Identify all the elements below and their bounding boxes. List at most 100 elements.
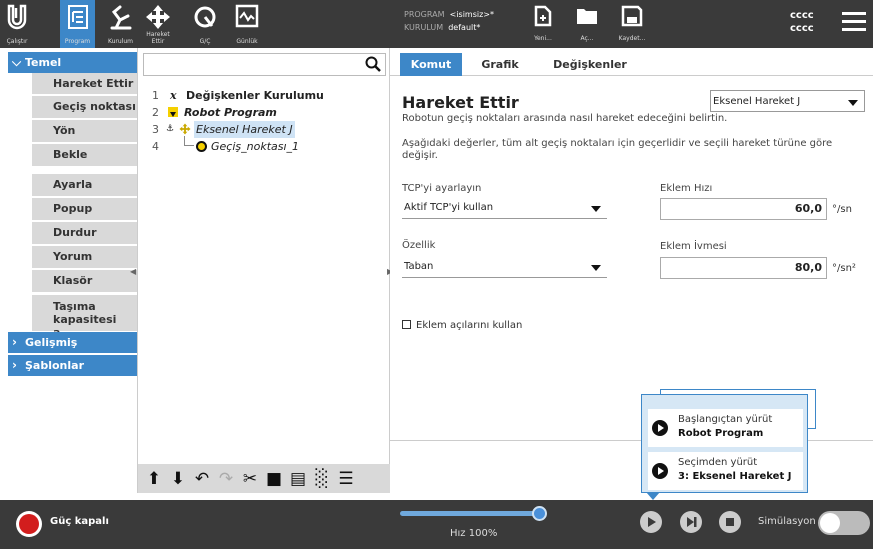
run-from-start-label: Başlangıçtan yürüt <box>678 414 773 425</box>
open-folder-icon <box>577 9 597 24</box>
stop-button[interactable] <box>719 511 741 533</box>
section-sablonlar-label: Şablonlar <box>25 359 84 372</box>
run-from-start-target: Robot Program <box>678 428 764 439</box>
installation-name: default* <box>448 23 481 32</box>
cut-icon[interactable]: ✂ <box>240 469 260 489</box>
play-button[interactable] <box>640 511 662 533</box>
pin-icon: ⚓ <box>166 124 175 134</box>
joint-accel-unit: °/sn² <box>832 263 856 274</box>
move-tab-label: Hareket Ettir <box>146 31 170 45</box>
checkbox-box[interactable] <box>402 320 411 329</box>
play-icon <box>652 420 668 436</box>
tcp-value: Aktif TCP'yi kullan <box>404 202 494 213</box>
move-down-icon[interactable]: ⬇ <box>168 469 188 489</box>
program-tab-label: Program <box>64 38 91 45</box>
section-gelismis-label: Gelişmiş <box>25 336 78 349</box>
speed-slider-handle[interactable] <box>532 506 547 521</box>
sidebar-item-yorum[interactable]: Yorum <box>32 246 137 268</box>
move-type-select[interactable]: Eksenel Hareket J <box>710 90 865 112</box>
tab-degiskenler[interactable]: Değişkenler <box>542 53 638 76</box>
io-tab[interactable]: G/Ç <box>188 0 222 48</box>
sidebar-item-durdur[interactable]: Durdur <box>32 222 137 244</box>
sidebar-item-label: Hareket Ettir <box>53 77 134 90</box>
use-joint-angles-label: Eklem açılarını kullan <box>416 320 523 331</box>
suppress-icon[interactable]: ☰ <box>336 469 356 489</box>
move-tab[interactable]: Hareket Ettir <box>140 0 176 48</box>
chevron-down-icon <box>591 206 601 212</box>
installation-label: KURULUM <box>404 23 444 32</box>
copy-icon[interactable]: ■ <box>264 469 284 489</box>
chevron-down-icon <box>591 265 601 271</box>
io-icon <box>194 6 216 28</box>
tab-komut[interactable]: Komut <box>400 53 462 76</box>
sidebar-item-hareket-ettir[interactable]: Hareket Ettir <box>32 73 137 94</box>
log-tab-label: Günlük <box>236 38 258 45</box>
section-gelismis[interactable]: › Gelişmiş <box>8 332 137 353</box>
program-tab[interactable]: Program <box>60 0 95 48</box>
play-icon <box>652 463 668 479</box>
chevron-right-icon: › <box>12 358 17 372</box>
joint-accel-value: 80,0 <box>794 261 822 274</box>
program-info: PROGRAM <isimsiz>* KURULUM default* <box>404 8 494 34</box>
new-button-label: Yeni... <box>534 35 552 42</box>
sidebar-item-label: Bekle <box>53 148 88 161</box>
waypoint-icon <box>196 141 207 152</box>
robot-program-icon <box>168 107 178 117</box>
sidebar-item-ayarla[interactable]: Ayarla <box>32 174 137 196</box>
search-icon <box>365 56 381 72</box>
tcp-select[interactable]: Aktif TCP'yi kullan <box>402 197 607 219</box>
sidebar-item-tasima-kapasitesi[interactable]: Taşıma kapasitesi a... <box>32 295 137 339</box>
program-tree-icon <box>67 5 88 29</box>
sidebar-item-bekle[interactable]: Bekle <box>32 144 137 166</box>
sidebar-item-yon[interactable]: Yön <box>32 120 137 142</box>
power-button[interactable] <box>16 511 42 537</box>
section-temel[interactable]: ⌵ Temel <box>8 52 137 73</box>
save-button-label: Kaydet... <box>618 35 646 42</box>
description: Aşağıdaki değerler, tüm alt geçiş noktal… <box>402 138 833 161</box>
move-up-icon[interactable]: ⬆ <box>144 469 164 489</box>
sidebar-item-popup[interactable]: Popup <box>32 198 137 220</box>
sidebar-item-klasor[interactable]: Klasör <box>32 270 137 292</box>
run-tab[interactable]: Çalıştır <box>0 0 34 48</box>
run-from-start-button[interactable]: Başlangıçtan yürüt Robot Program <box>648 409 803 447</box>
use-joint-angles-checkbox[interactable]: Eklem açılarını kullan <box>402 320 522 331</box>
save-button[interactable]: Kaydet... <box>612 0 652 48</box>
undo-icon[interactable]: ↶ <box>192 469 212 489</box>
delete-icon[interactable]: ░ <box>312 469 332 489</box>
program-label: PROGRAM <box>404 10 445 19</box>
search-input[interactable] <box>143 53 386 76</box>
new-button[interactable]: Yeni... <box>523 0 563 48</box>
user-line-2: cccc <box>790 23 814 34</box>
joint-speed-field[interactable]: 60,0 <box>660 198 827 220</box>
tab-degiskenler-label: Değişkenler <box>553 58 627 71</box>
simulation-toggle[interactable] <box>818 511 870 535</box>
redo-icon[interactable]: ↷ <box>216 469 236 489</box>
tree-row-label: Değişkenler Kurulumu <box>186 89 324 102</box>
section-sablonlar[interactable]: › Şablonlar <box>8 355 137 376</box>
feature-select[interactable]: Taban <box>402 256 607 278</box>
run-from-selection-button[interactable]: Seçimden yürüt 3: Eksenel Hareket J <box>648 452 803 490</box>
tab-grafik[interactable]: Grafik <box>470 53 530 76</box>
run-from-selection-target: 3: Eksenel Hareket J <box>678 471 792 482</box>
tree-toolbar: ⬆ ⬇ ↶ ↷ ✂ ■ ▤ ░ ☰ <box>138 464 391 493</box>
top-bar: Çalıştır Program Kurulum Hareket Ettir G… <box>0 0 873 48</box>
hamburger-menu-icon[interactable] <box>842 12 866 32</box>
stop-icon <box>726 518 734 526</box>
sidebar-item-gecis-noktasi[interactable]: Geçiş noktası <box>32 96 137 118</box>
log-tab[interactable]: Günlük <box>230 0 264 48</box>
tree-row-label: Robot Program <box>184 106 277 119</box>
installation-tab[interactable]: Kurulum <box>103 0 138 48</box>
robot-arm-icon <box>110 5 131 30</box>
subtitle: Robotun geçiş noktaları arasında nasıl h… <box>402 113 728 124</box>
io-tab-label: G/Ç <box>199 38 211 45</box>
sidebar-item-label: Klasör <box>53 274 93 287</box>
joint-accel-field[interactable]: 80,0 <box>660 257 827 279</box>
joint-speed-value: 60,0 <box>794 202 822 215</box>
speed-slider[interactable] <box>400 511 540 516</box>
joint-speed-unit: °/sn <box>832 204 852 215</box>
paste-icon[interactable]: ▤ <box>288 469 308 489</box>
tree-row-label: Eksenel Hareket J <box>194 121 295 138</box>
open-button[interactable]: Aç... <box>567 0 607 48</box>
tab-komut-label: Komut <box>410 58 452 71</box>
step-button[interactable] <box>680 511 702 533</box>
